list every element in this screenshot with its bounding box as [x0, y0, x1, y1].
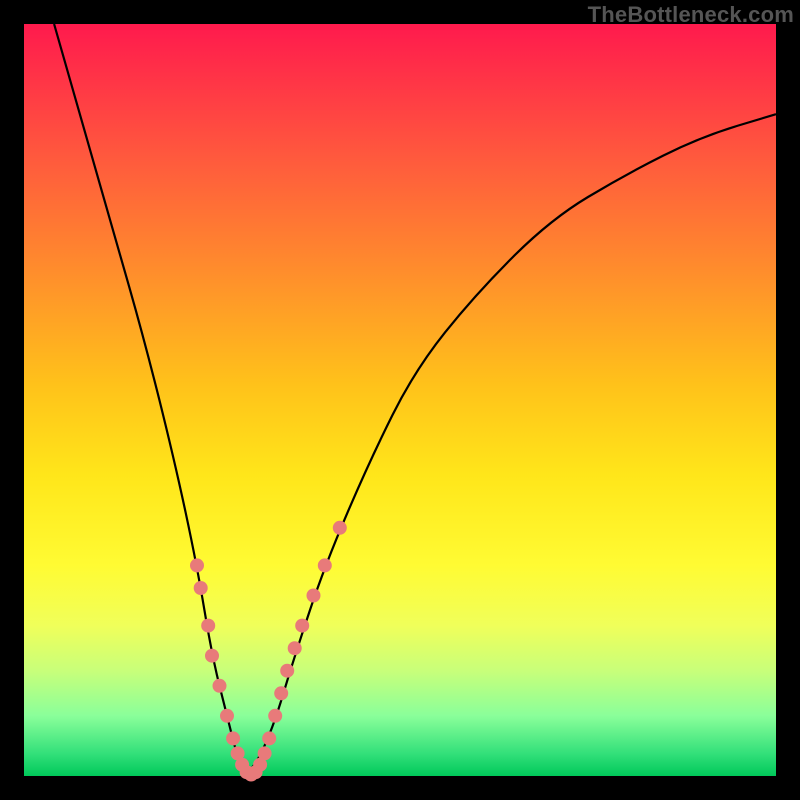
sample-dot — [268, 709, 282, 723]
sample-dot — [274, 686, 288, 700]
watermark-text: TheBottleneck.com — [588, 2, 794, 28]
sample-dot — [226, 731, 240, 745]
sample-dot — [258, 746, 272, 760]
sample-dot — [295, 619, 309, 633]
sample-dot — [220, 709, 234, 723]
plot-area — [24, 24, 776, 776]
sample-dot — [194, 581, 208, 595]
sample-dot — [201, 619, 215, 633]
bottleneck-curve — [24, 24, 776, 776]
sample-dot — [333, 521, 347, 535]
sample-dot — [318, 558, 332, 572]
sample-dot — [262, 731, 276, 745]
sample-dot — [190, 558, 204, 572]
sample-dot — [213, 679, 227, 693]
sample-dot — [205, 649, 219, 663]
sample-dot — [280, 664, 294, 678]
sample-dot — [288, 641, 302, 655]
sample-dot — [307, 589, 321, 603]
